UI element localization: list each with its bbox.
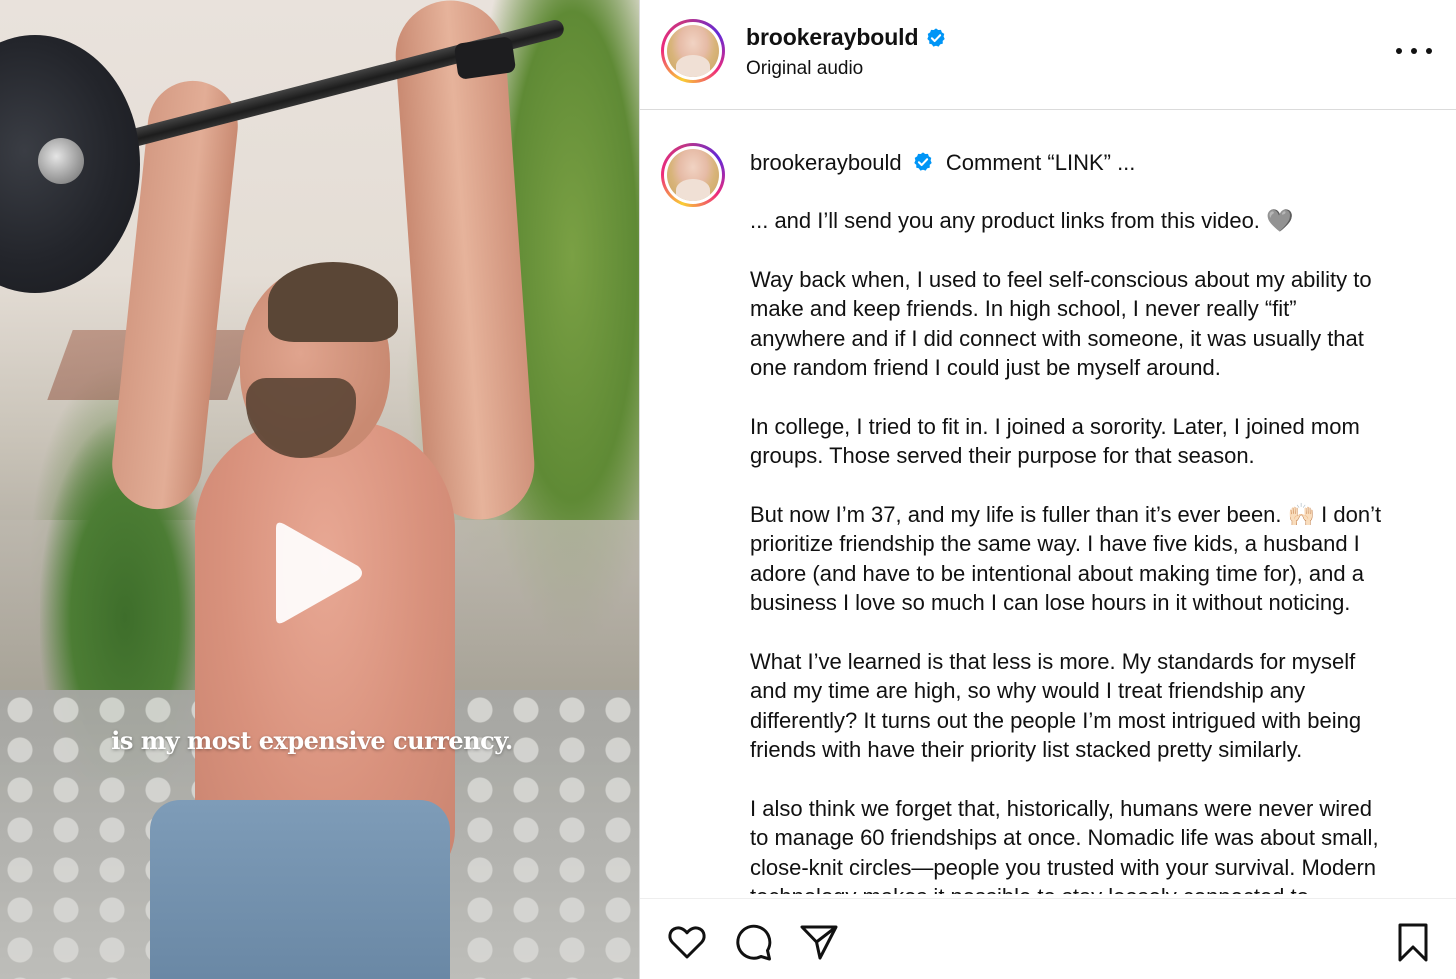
- caption-paragraph: Way back when, I used to feel self-consc…: [750, 265, 1440, 383]
- author-avatar[interactable]: [661, 19, 725, 83]
- caption-line: and my time are high, so why would I tre…: [750, 678, 1306, 704]
- caption-line: I also think we forget that, historicall…: [750, 796, 1372, 822]
- caption-username[interactable]: brookeraybould: [750, 150, 902, 175]
- caption-header: brookeraybould Comment “LINK” ...: [750, 150, 1135, 176]
- video-person-hair: [268, 262, 398, 342]
- caption-line: ... and I’ll send you any product links …: [750, 208, 1294, 233]
- caption-paragraph: What I’ve learned is that less is more. …: [750, 647, 1440, 765]
- caption-line: close-knit circles—people you trusted wi…: [750, 854, 1377, 880]
- share-icon[interactable]: [798, 921, 840, 963]
- post-header: brookeraybould Original audio: [640, 0, 1456, 110]
- post-panel: brookeraybould Original audio brookerayb…: [639, 0, 1456, 979]
- header-username[interactable]: brookeraybould: [746, 24, 919, 51]
- caption-line: groups. Those served their purpose for t…: [750, 443, 1255, 469]
- caption-line: Way back when, I used to feel self-consc…: [750, 266, 1372, 292]
- verified-badge-icon: [914, 152, 932, 171]
- comment-icon[interactable]: [732, 921, 774, 963]
- caption-paragraph: ... and I’ll send you any product links …: [750, 206, 1440, 235]
- caption-headline: Comment “LINK” ...: [945, 150, 1136, 175]
- caption-line: In college, I tried to fit in. I joined …: [750, 413, 1360, 439]
- caption-line: But now I’m 37, and my life is fuller th…: [750, 502, 1382, 528]
- reel-video[interactable]: is my most expensive currency.: [0, 0, 639, 979]
- caption-line: anywhere and if I did connect with someo…: [750, 325, 1364, 351]
- caption-paragraph: In college, I tried to fit in. I joined …: [750, 412, 1440, 471]
- caption-line: adore (and have to be intentional about …: [750, 560, 1364, 586]
- video-caption: is my most expensive currency.: [111, 726, 513, 755]
- caption-line: What I’ve learned is that less is more. …: [750, 649, 1356, 675]
- bookmark-icon[interactable]: [1392, 921, 1434, 963]
- action-bar: [640, 898, 1456, 979]
- caption-line: differently? It turns out the people I’m…: [750, 707, 1362, 733]
- caption-line: business I love so much I can lose hours…: [750, 590, 1351, 616]
- caption-paragraph: I also think we forget that, historicall…: [750, 794, 1440, 894]
- caption-paragraph: But now I’m 37, and my life is fuller th…: [750, 500, 1440, 618]
- caption-line: prioritize friendship the same way. I ha…: [750, 531, 1360, 557]
- verified-badge-icon: [927, 28, 945, 47]
- barbell-sleeve: [38, 138, 84, 184]
- caption-line: make and keep friends. In high school, I…: [750, 296, 1297, 322]
- audio-label[interactable]: Original audio: [746, 58, 863, 80]
- caption-avatar[interactable]: [661, 143, 725, 207]
- caption-line: to manage 60 friendships at once. Nomadi…: [750, 825, 1379, 851]
- caption-line: technology makes it possible to stay loo…: [750, 882, 1440, 894]
- play-icon[interactable]: [266, 520, 366, 626]
- more-options-icon[interactable]: [1396, 36, 1432, 66]
- caption-line: friends with have their priority list st…: [750, 737, 1303, 763]
- caption-line: one random friend I could just be myself…: [750, 355, 1221, 381]
- heart-icon[interactable]: [666, 921, 708, 963]
- video-person-shorts: [150, 800, 450, 979]
- caption-body: ... and I’ll send you any product links …: [750, 206, 1440, 894]
